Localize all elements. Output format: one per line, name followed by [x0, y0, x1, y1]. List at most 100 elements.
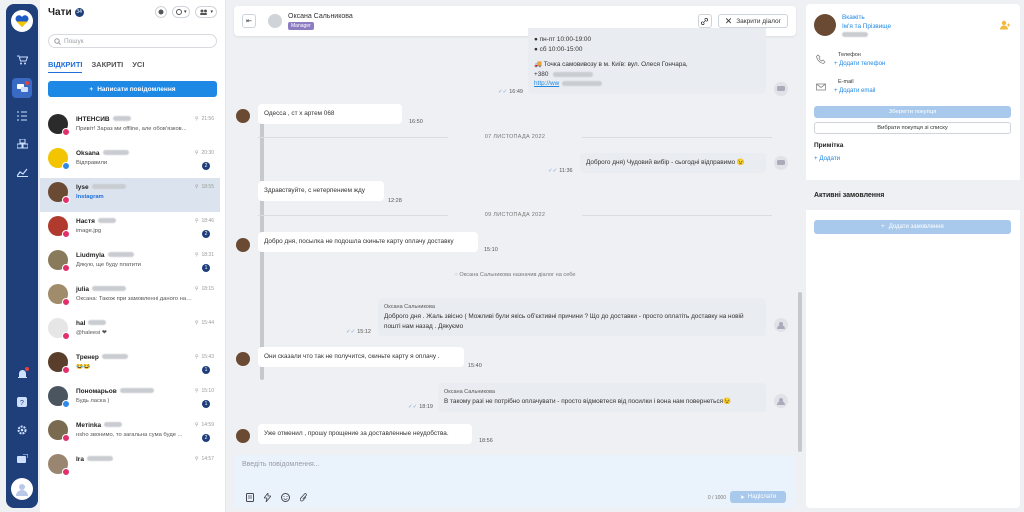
- help-icon[interactable]: ?: [12, 392, 32, 412]
- add-note-link[interactable]: + Додати: [814, 155, 840, 162]
- settings-gear-icon[interactable]: [12, 420, 32, 440]
- bot-avatar: [774, 82, 788, 96]
- cart-icon[interactable]: [12, 50, 32, 70]
- template-icon[interactable]: [246, 493, 254, 502]
- channel-badge-icon: [62, 162, 70, 170]
- channel-badge-icon: [62, 298, 70, 306]
- notification-dot: [25, 81, 29, 85]
- chat-list-header: Чати 34 ▾ ▾: [40, 0, 225, 24]
- contact-avatar: [48, 182, 70, 204]
- add-email-link[interactable]: + Додати email: [834, 88, 875, 94]
- assign-person-icon[interactable]: [1000, 20, 1010, 32]
- attachment-icon[interactable]: [300, 493, 308, 502]
- chat-scrollbar[interactable]: [798, 292, 802, 452]
- message-filter-dropdown[interactable]: ▾: [171, 6, 191, 18]
- analytics-icon[interactable]: [12, 162, 32, 182]
- add-order-button[interactable]: + Додати замовлення: [814, 220, 1011, 234]
- send-icon: ➤: [739, 494, 745, 501]
- pick-customer-button[interactable]: Вибрати покупця зі списку: [814, 122, 1011, 134]
- emoji-icon[interactable]: [281, 493, 290, 502]
- last-message-time: 18:15: [201, 286, 214, 292]
- chat-list-item[interactable]: Метіnka ⚲ 14:59 нshо звонимо, то загальна с…: [40, 416, 220, 450]
- channel-badge-icon: [62, 128, 70, 136]
- email-label: E-mail: [838, 79, 854, 85]
- person-icon: ⚲: [194, 286, 199, 292]
- collapse-panel-button[interactable]: ⇤: [242, 14, 256, 28]
- send-label: Надіслати: [747, 494, 777, 500]
- chat-list-panel: Чати 34 ▾ ▾ Пошук ВІДКРИТІ ЗАКРИТІ УСІ +…: [40, 0, 264, 512]
- chat-list-item[interactable]: Тренер ⚲ 15:43 😂😂 1: [40, 348, 220, 382]
- message-composer[interactable]: Введіть повідомлення... 0 / 1000 ➤ Надісл…: [234, 455, 796, 508]
- manager-filter-dropdown[interactable]: ▾: [195, 6, 217, 18]
- message-sender: Оксана Сальникова: [444, 389, 495, 395]
- last-message-preview: Оксана: Також при замовленні даного наб.…: [76, 296, 194, 302]
- last-message-time: 14:59: [201, 422, 214, 428]
- message-line: +380: [534, 70, 760, 80]
- export-icon[interactable]: [12, 448, 32, 468]
- contact-avatar: [48, 148, 70, 170]
- contact-name: Метіnka: [76, 421, 102, 429]
- tab-closed[interactable]: ЗАКРИТІ: [91, 60, 123, 73]
- contact-avatar: [48, 216, 70, 238]
- chat-list-item[interactable]: Liudmyla ⚲ 18:31 Дякую, ще буду платити 1: [40, 246, 220, 280]
- channel-badge-icon: [62, 400, 70, 408]
- message-sender: Оксана Сальникова: [384, 304, 435, 310]
- double-check-icon: ✓✓: [346, 329, 356, 335]
- contact-name: Liudmyla: [76, 251, 105, 259]
- heart-logo-icon[interactable]: [11, 10, 33, 32]
- contact-name: Ira: [76, 455, 84, 463]
- link-button[interactable]: [697, 14, 712, 28]
- search-input[interactable]: Пошук: [48, 34, 217, 48]
- warehouse-icon[interactable]: [12, 134, 32, 154]
- message-link[interactable]: http://ww: [534, 79, 760, 89]
- channel-filter-button[interactable]: [154, 6, 167, 18]
- last-message-time: 20:30: [201, 150, 214, 156]
- message-input-placeholder[interactable]: Введіть повідомлення...: [242, 461, 320, 468]
- chat-list-item[interactable]: hal ⚲ 15:44 @haleesi ❤: [40, 314, 220, 348]
- chat-list-item[interactable]: lyse ⚲ 18:55 Instagram: [40, 178, 220, 212]
- bell-icon[interactable]: [12, 364, 32, 384]
- last-message-time: 18:55: [201, 184, 214, 190]
- contact-avatar: [48, 420, 70, 442]
- phone-label: Телефон: [838, 52, 861, 58]
- customer-avatar: [236, 109, 250, 123]
- person-icon: ⚲: [194, 422, 199, 428]
- contact-name: Настя: [76, 217, 95, 225]
- chat-list-item[interactable]: Пономарьов ⚲ 15:10 Будь ласка ) 1: [40, 382, 220, 416]
- contact-name: Oksana: [76, 149, 100, 157]
- contact-avatar: [48, 114, 70, 136]
- send-button[interactable]: ➤ Надіслати: [730, 491, 786, 503]
- tasks-icon[interactable]: [12, 106, 32, 126]
- agent-avatar-small: [774, 318, 788, 332]
- chat-list-item[interactable]: ІНТЕНСИВ ⚲ 21:56 Привіт! Зараз ми offline, …: [40, 110, 220, 144]
- chat-list-item[interactable]: julia ⚲ 18:15 Оксана: Також при замовленні …: [40, 280, 220, 314]
- new-message-button[interactable]: + Написати повідомлення: [48, 81, 217, 97]
- name-link-line1: Вкажіть: [842, 14, 865, 21]
- plus-icon: +: [89, 85, 94, 93]
- message-bubble-outgoing: Доброго дня) Чудовий вибір - сьогодні ві…: [580, 153, 766, 173]
- add-phone-link[interactable]: + Додати телефон: [834, 61, 885, 67]
- person-icon: ⚲: [194, 116, 199, 122]
- lightning-icon[interactable]: [264, 493, 271, 502]
- unread-count-badge: 2: [202, 162, 210, 170]
- customer-name-link[interactable]: Вкажіть Ім'я та Прізвище: [842, 14, 891, 40]
- close-dialog-button[interactable]: ✕ Закрити діалог: [717, 14, 788, 28]
- customer-avatar: [236, 429, 250, 443]
- composer-toolbar: [246, 493, 308, 502]
- chat-list-item[interactable]: Oksana ⚲ 20:30 Відправили 2: [40, 144, 220, 178]
- last-message-time: 18:31: [201, 252, 214, 258]
- tab-open[interactable]: ВІДКРИТІ: [48, 60, 83, 73]
- message-text: В такому разі не потрібно оплачувати - п…: [444, 398, 732, 406]
- save-customer-button[interactable]: Зберегти покупця: [814, 106, 1011, 118]
- tab-all[interactable]: УСІ: [132, 60, 144, 73]
- chats-icon[interactable]: [12, 78, 32, 98]
- unread-count-badge: 1: [202, 400, 210, 408]
- customer-avatar: [236, 238, 250, 252]
- person-icon: ⚲: [194, 388, 199, 394]
- user-avatar[interactable]: [11, 478, 33, 500]
- message-time: 18:56: [479, 438, 493, 444]
- chat-list-item[interactable]: Ira ⚲ 14:57: [40, 450, 220, 484]
- channel-badge-icon: [62, 332, 70, 340]
- message-line: ● пн-пт 10:00-19:00: [534, 36, 592, 43]
- chat-list-item[interactable]: Настя ⚲ 18:46 image.jpg 2: [40, 212, 220, 246]
